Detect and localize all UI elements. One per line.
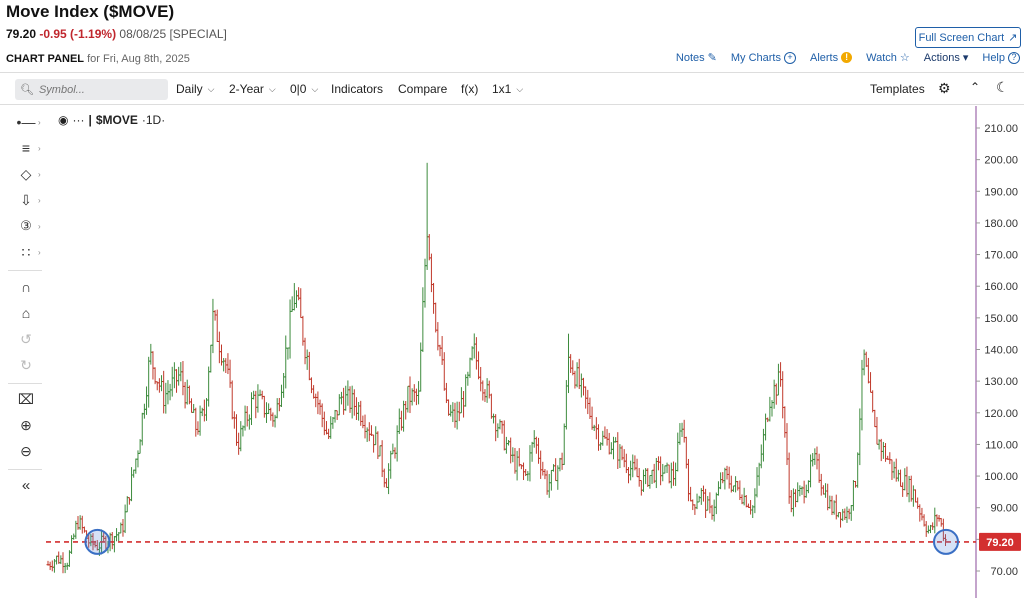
y-tick-label: 200.00 bbox=[984, 155, 1018, 167]
highlight-circle bbox=[84, 528, 111, 555]
y-tick-label: 160.00 bbox=[984, 281, 1018, 293]
y-tick-label: 70.00 bbox=[990, 566, 1018, 578]
y-tick-label: 120.00 bbox=[984, 408, 1018, 420]
legend-symbol: $MOVE bbox=[95, 113, 138, 127]
y-tick-label: 180.00 bbox=[984, 218, 1018, 230]
legend-interval-wrap: ·1D· bbox=[141, 113, 166, 127]
y-tick-label: 90.00 bbox=[990, 503, 1018, 515]
last-price-label: 79.20 bbox=[986, 537, 1014, 549]
legend-interval: 1D bbox=[145, 113, 162, 127]
price-chart[interactable]: 70.0080.0090.00100.00110.00120.00130.001… bbox=[0, 0, 1024, 598]
y-tick-label: 140.00 bbox=[984, 345, 1018, 357]
y-tick-label: 100.00 bbox=[984, 471, 1018, 483]
y-tick-label: 150.00 bbox=[984, 313, 1018, 325]
y-tick-label: 130.00 bbox=[984, 376, 1018, 388]
y-tick-label: 110.00 bbox=[985, 439, 1018, 451]
y-tick-label: 190.00 bbox=[984, 186, 1018, 198]
more-icon[interactable]: ··· bbox=[72, 113, 84, 127]
chart-legend: ◉ ··· | $MOVE ·1D· bbox=[58, 113, 166, 127]
eye-icon[interactable]: ◉ bbox=[58, 113, 68, 127]
y-tick-label: 210.00 bbox=[984, 123, 1018, 135]
highlight-circle bbox=[933, 528, 959, 555]
y-tick-label: 170.00 bbox=[984, 250, 1018, 262]
